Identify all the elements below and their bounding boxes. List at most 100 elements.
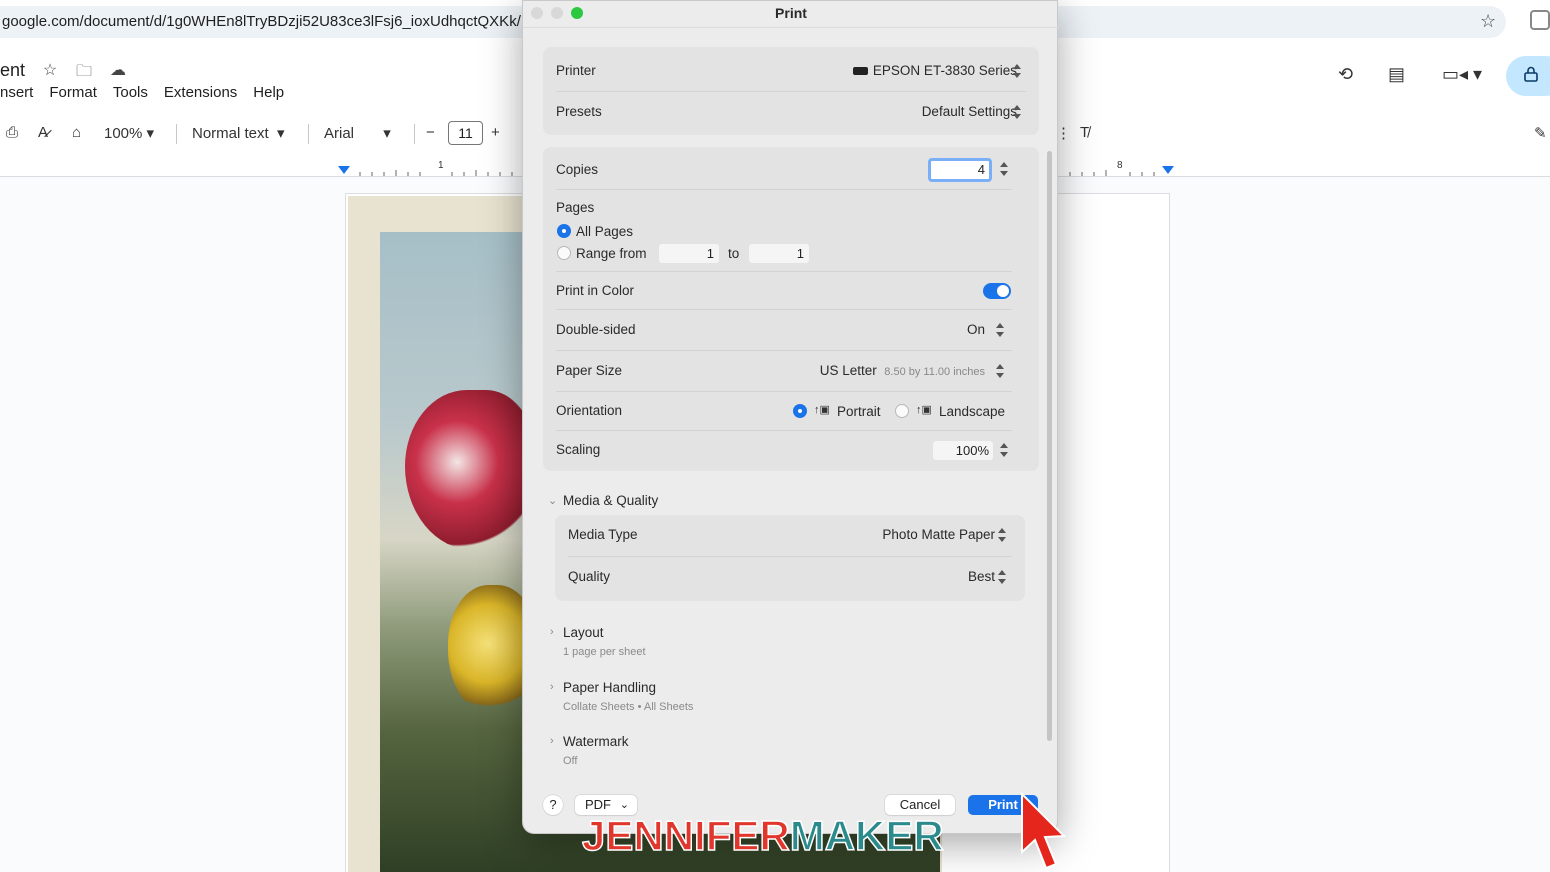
font-value: Arial [324, 125, 355, 142]
star-icon[interactable]: ☆ [40, 60, 60, 87]
copies-label: Copies [556, 162, 599, 177]
url-text[interactable]: google.com/document/d/1g0WHEn8lTryBDzji5… [2, 13, 521, 30]
paint-format-icon[interactable]: ⌂ [72, 124, 81, 141]
layout-summary: 1 page per sheet [563, 646, 646, 658]
media-type-stepper-icon[interactable] [997, 528, 1007, 542]
portrait-label: Portrait [837, 404, 881, 419]
watermark-chevron-right-icon[interactable]: › [550, 735, 554, 747]
scaling-input[interactable]: 100% [933, 441, 993, 460]
move-folder-icon[interactable]: 🗀 [74, 60, 94, 87]
paper-handling-header[interactable]: Paper Handling [563, 680, 656, 695]
landscape-label: Landscape [939, 404, 1006, 419]
portrait-radio[interactable] [793, 404, 807, 418]
clear-formatting-icon[interactable]: T̸ [1080, 124, 1089, 141]
menu-extensions[interactable]: Extensions [164, 84, 237, 101]
style-value: Normal text [192, 125, 269, 142]
cloud-status-icon[interactable]: ☁ [108, 60, 128, 87]
spellcheck-icon[interactable]: A̷ [38, 124, 48, 141]
portrait-icon: ↑▣ [814, 404, 830, 416]
version-history-icon[interactable]: ⟲ [1338, 64, 1353, 85]
orientation-label: Orientation [556, 403, 623, 418]
range-from-input[interactable]: 1 [659, 244, 719, 263]
meet-icon[interactable]: ▭◂ ▾ [1442, 64, 1482, 85]
dialog-title: Print [775, 5, 807, 21]
printer-group: Printer EPSON ET-3830 Series Presets Def… [543, 47, 1039, 135]
font-size-input[interactable]: 11 [448, 121, 483, 145]
quality-stepper-icon[interactable] [997, 570, 1007, 584]
menu-help[interactable]: Help [253, 84, 284, 101]
menu-insert[interactable]: nsert [0, 84, 33, 101]
dialog-scrollbar[interactable] [1047, 151, 1052, 741]
more-options-icon[interactable]: ⋮ [1056, 124, 1071, 142]
paper-size-detail: 8.50 by 11.00 inches [884, 366, 985, 378]
bookmark-star-icon[interactable]: ☆ [1480, 11, 1496, 32]
presets-label: Presets [556, 104, 602, 119]
layout-header[interactable]: Layout [563, 625, 604, 640]
media-quality-header[interactable]: Media & Quality [563, 493, 658, 508]
zoom-value: 100% [104, 125, 143, 142]
range-to-input[interactable]: 1 [749, 244, 809, 263]
scaling-stepper-icon[interactable] [999, 443, 1009, 457]
quality-label: Quality [568, 569, 611, 584]
copies-stepper-icon[interactable] [999, 162, 1009, 176]
range-from-label: Range from [576, 246, 647, 261]
right-indent-marker[interactable] [1162, 166, 1174, 174]
media-type-select[interactable]: Photo Matte Paper [882, 527, 995, 542]
print-in-color-toggle[interactable] [983, 283, 1011, 299]
landscape-icon: ↑▣ [916, 404, 932, 416]
increase-font-size-button[interactable]: + [491, 124, 500, 141]
paper-size-select[interactable]: US Letter 8.50 by 11.00 inches [820, 363, 985, 378]
pages-label: Pages [556, 200, 595, 215]
double-sided-select[interactable]: On [967, 322, 985, 337]
left-indent-marker[interactable] [338, 166, 350, 174]
help-button[interactable]: ? [543, 795, 563, 815]
document-title[interactable]: ent [0, 60, 25, 81]
edit-mode-icon[interactable]: ✎ [1534, 124, 1547, 142]
ruler-number-right: 8 [1117, 160, 1123, 171]
media-type-label: Media Type [568, 527, 638, 542]
layout-chevron-right-icon[interactable]: › [550, 626, 554, 638]
media-quality-group: Media Type Photo Matte Paper Quality Bes… [555, 515, 1025, 601]
font-select[interactable]: Arial ▾ [324, 124, 391, 142]
double-sided-stepper-icon[interactable] [995, 323, 1005, 337]
menu-format[interactable]: Format [49, 84, 97, 101]
extensions-icon[interactable] [1530, 10, 1550, 30]
double-sided-label: Double-sided [556, 322, 636, 337]
scaling-label: Scaling [556, 442, 601, 457]
paper-handling-chevron-right-icon[interactable]: › [550, 681, 554, 693]
presets-select[interactable]: Default Settings [922, 104, 1017, 119]
printer-select[interactable]: EPSON ET-3830 Series [852, 63, 1017, 78]
all-pages-label: All Pages [576, 224, 634, 239]
paper-handling-summary: Collate Sheets • All Sheets [563, 701, 694, 713]
paper-size-value: US Letter [819, 363, 877, 378]
paper-size-stepper-icon[interactable] [995, 364, 1005, 378]
presets-stepper-icon[interactable] [1012, 105, 1022, 119]
printer-label: Printer [556, 63, 596, 78]
pdf-label: PDF [585, 797, 611, 812]
watermark-header[interactable]: Watermark [563, 734, 629, 749]
zoom-select[interactable]: 100% ▾ [104, 124, 154, 142]
comments-icon[interactable]: ▤ [1388, 64, 1405, 85]
printer-value: EPSON ET-3830 Series [872, 63, 1017, 78]
menu-bar: nsert Format Tools Extensions Help [0, 84, 300, 101]
pointer-arrow-icon [1021, 791, 1067, 870]
copies-input[interactable]: 4 [928, 158, 992, 182]
printer-stepper-icon[interactable] [1012, 64, 1022, 78]
print-in-color-label: Print in Color [556, 283, 635, 298]
settings-group: Copies Pages All Pages Range from to Pri… [543, 147, 1039, 471]
decrease-font-size-button[interactable]: − [426, 124, 435, 141]
landscape-radio[interactable] [895, 404, 909, 418]
print-icon[interactable]: ⎙ [6, 124, 18, 141]
print-dialog: Print Printer EPSON ET-3830 Series Prese… [522, 0, 1059, 834]
watermark-summary: Off [563, 755, 578, 767]
range-to-label: to [728, 246, 740, 261]
printer-icon [852, 67, 868, 76]
quality-select[interactable]: Best [968, 569, 995, 584]
ruler-number-left: 1 [438, 160, 444, 171]
chevron-down-icon[interactable]: ⌄ [548, 494, 557, 507]
range-radio[interactable] [557, 246, 571, 260]
all-pages-radio[interactable] [557, 224, 571, 238]
menu-tools[interactable]: Tools [113, 84, 148, 101]
style-select[interactable]: Normal text ▾ [192, 124, 285, 142]
logo-part-2: MAKER [789, 811, 945, 860]
